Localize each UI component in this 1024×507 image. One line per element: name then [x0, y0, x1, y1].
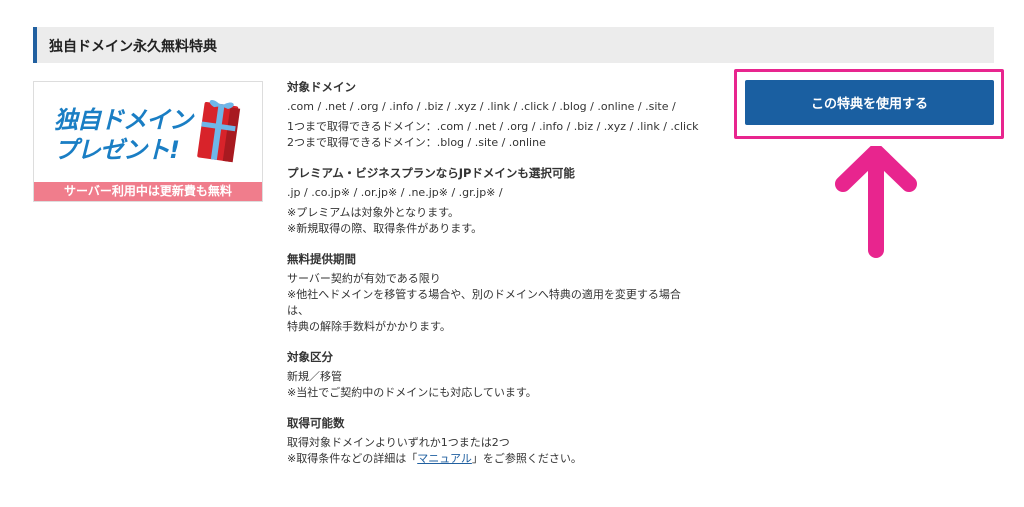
heading-target-category: 対象区分: [287, 350, 333, 364]
text-line: 特典の解除手数料がかかります。: [287, 320, 451, 333]
text-line: ※他社へドメインを移管する場合や、別のドメインへ特典の適用を変更する場合: [287, 288, 681, 301]
text-line: 取得対象ドメインよりいずれか1つまたは2つ: [287, 436, 510, 449]
section-title: 独自ドメイン永久無料特典: [49, 39, 217, 55]
text-line: .com / .net / .org / .info / .biz / .xyz…: [287, 100, 676, 113]
manual-reference-line: ※取得条件などの詳細は「マニュアル」をご参照ください。: [287, 451, 727, 467]
text-line: ※当社でご契約中のドメインにも対応しています。: [287, 386, 537, 399]
paragraph: 取得対象ドメインよりいずれか1つまたは2つ ※取得条件などの詳細は「マニュアル」…: [287, 435, 727, 467]
text-line: ※プレミアムは対象外となります。: [287, 206, 460, 219]
domain-benefit-details: 対象ドメイン .com / .net / .org / .info / .biz…: [287, 79, 727, 481]
banner-caption: サーバー利用中は更新費も無料: [34, 182, 262, 201]
manual-prefix: ※取得条件などの詳細は「: [287, 452, 418, 465]
text-line: 2つまで取得できるドメイン：.blog / .site / .online: [287, 136, 546, 149]
text-line: .jp / .co.jp※ / .or.jp※ / .ne.jp※ / .gr.…: [287, 186, 503, 199]
block-free-period: 無料提供期間 サーバー契約が有効である限り ※他社へドメインを移管する場合や、別…: [287, 251, 727, 335]
text-line: 新規／移管: [287, 370, 342, 383]
section-header: 独自ドメイン永久無料特典: [33, 27, 994, 63]
domain-present-banner: 独自ドメイン プレゼント! サーバー利用中は更新費も無料: [33, 81, 263, 202]
text-line: は、: [287, 304, 309, 317]
block-target-domains: 対象ドメイン .com / .net / .org / .info / .biz…: [287, 79, 727, 151]
paragraph: .com / .net / .org / .info / .biz / .xyz…: [287, 99, 727, 115]
text-line: ※新規取得の際、取得条件があります。: [287, 222, 483, 235]
manual-suffix: 」をご参照ください。: [471, 452, 582, 465]
text-line: サーバー契約が有効である限り: [287, 272, 441, 285]
text-line: 1つまで取得できるドメイン：.com / .net / .org / .info…: [287, 120, 699, 133]
block-jp-domains: プレミアム・ビジネスプランならJPドメインも選択可能 .jp / .co.jp※…: [287, 165, 727, 237]
heading-target-domains: 対象ドメイン: [287, 80, 356, 94]
paragraph: ※プレミアムは対象外となります。 ※新規取得の際、取得条件があります。: [287, 205, 727, 237]
paragraph: 1つまで取得できるドメイン：.com / .net / .org / .info…: [287, 119, 727, 151]
gift-box-icon: [197, 99, 241, 163]
banner-headline-2: プレゼント!: [54, 136, 180, 164]
use-benefit-button[interactable]: この特典を使用する: [745, 80, 994, 125]
manual-link[interactable]: マニュアル: [417, 452, 472, 465]
heading-free-period: 無料提供期間: [287, 252, 356, 266]
heading-available-count: 取得可能数: [287, 416, 345, 430]
heading-jp-domains: プレミアム・ビジネスプランならJPドメインも選択可能: [287, 166, 575, 180]
paragraph: サーバー契約が有効である限り ※他社へドメインを移管する場合や、別のドメインへ特…: [287, 271, 727, 335]
block-available-count: 取得可能数 取得対象ドメインよりいずれか1つまたは2つ ※取得条件などの詳細は「…: [287, 415, 727, 467]
paragraph: 新規／移管 ※当社でご契約中のドメインにも対応しています。: [287, 369, 727, 401]
paragraph: .jp / .co.jp※ / .or.jp※ / .ne.jp※ / .gr.…: [287, 185, 727, 201]
block-target-category: 対象区分 新規／移管 ※当社でご契約中のドメインにも対応しています。: [287, 349, 727, 401]
arrow-up-icon: [835, 146, 917, 258]
